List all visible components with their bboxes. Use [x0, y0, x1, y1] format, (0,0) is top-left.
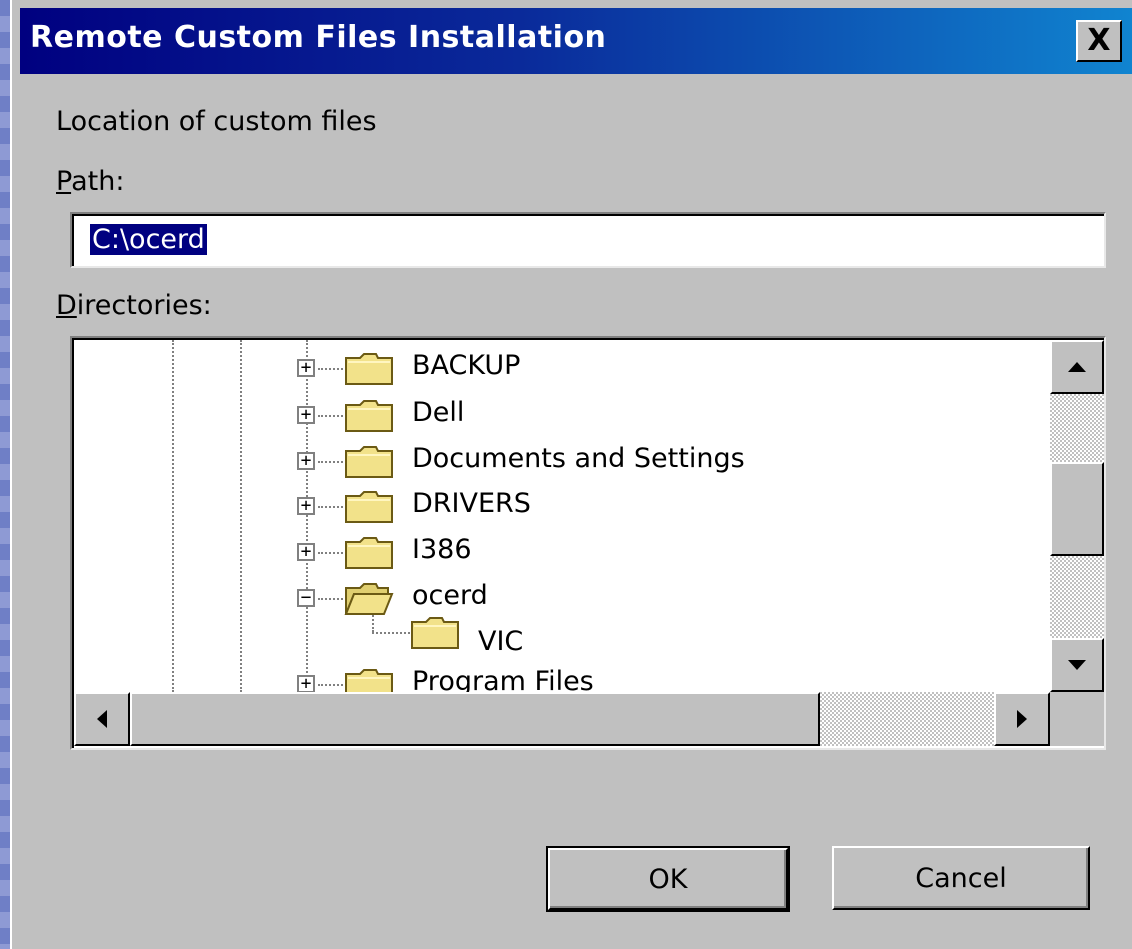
- cancel-button[interactable]: Cancel: [832, 846, 1090, 910]
- directories-label-mnemonic: D: [56, 290, 77, 321]
- folder-icon: [345, 491, 393, 523]
- tree-item-label[interactable]: DRIVERS: [412, 488, 531, 519]
- folder-icon: [345, 537, 393, 569]
- folder-open-icon: [344, 583, 394, 615]
- tree-item-label[interactable]: Dell: [412, 397, 464, 428]
- tree-guide-line: [172, 340, 174, 692]
- folder-icon: [411, 617, 459, 649]
- arrow-right-icon: [1017, 710, 1027, 728]
- dialog-window: Remote Custom Files Installation X Locat…: [10, 0, 1132, 949]
- vertical-scrollbar[interactable]: [1050, 340, 1104, 692]
- tree-guide-line: [240, 340, 242, 692]
- directory-tree[interactable]: + BACKUP + Dell + Documents and Settings…: [70, 336, 1106, 750]
- ok-button-label: OK: [648, 863, 688, 895]
- path-input[interactable]: C:\ocerd: [70, 212, 1106, 268]
- arrow-down-icon: [1068, 660, 1086, 670]
- directories-label: Directories:: [56, 290, 212, 321]
- section-label: Location of custom files: [56, 106, 377, 137]
- path-label: Path:: [56, 166, 124, 197]
- ok-button[interactable]: OK: [546, 846, 790, 912]
- window-title: Remote Custom Files Installation: [30, 20, 607, 55]
- horizontal-scrollbar[interactable]: [74, 692, 1050, 746]
- arrow-left-icon: [97, 710, 107, 728]
- tree-guide-line: [306, 340, 308, 692]
- horizontal-scroll-thumb[interactable]: [130, 692, 820, 746]
- close-button[interactable]: X: [1076, 20, 1122, 62]
- screen: Remote Custom Files Installation X Locat…: [0, 0, 1132, 949]
- arrow-up-icon: [1068, 362, 1086, 372]
- close-icon: X: [1087, 23, 1111, 58]
- collapse-button[interactable]: −: [297, 589, 315, 607]
- expand-button[interactable]: +: [297, 452, 315, 470]
- folder-icon: [345, 446, 393, 478]
- scroll-up-button[interactable]: [1050, 340, 1104, 394]
- directories-label-text: irectories:: [76, 290, 212, 321]
- path-label-text: ath:: [71, 166, 125, 197]
- tree-item-label[interactable]: Documents and Settings: [412, 443, 745, 474]
- title-bar[interactable]: Remote Custom Files Installation X: [12, 0, 1132, 78]
- path-label-mnemonic: P: [56, 166, 72, 197]
- tree-item-label[interactable]: ocerd: [412, 580, 488, 611]
- expand-button[interactable]: +: [297, 543, 315, 561]
- expand-button[interactable]: +: [297, 497, 315, 515]
- scroll-down-button[interactable]: [1050, 638, 1104, 692]
- scrollbar-corner: [1050, 692, 1104, 746]
- tree-item-label[interactable]: BACKUP: [412, 350, 520, 381]
- expand-button[interactable]: +: [297, 675, 315, 693]
- expand-button[interactable]: +: [297, 359, 315, 377]
- tree-connector: [372, 632, 410, 634]
- expand-button[interactable]: +: [297, 406, 315, 424]
- folder-icon: [345, 353, 393, 385]
- folder-icon: [345, 400, 393, 432]
- cancel-button-label: Cancel: [915, 862, 1007, 894]
- scroll-right-button[interactable]: [994, 692, 1050, 746]
- tree-item-label[interactable]: I386: [412, 534, 472, 565]
- tree-item-label[interactable]: VIC: [478, 626, 523, 657]
- directory-tree-inner: + BACKUP + Dell + Documents and Settings…: [72, 338, 1104, 748]
- path-input-value[interactable]: C:\ocerd: [90, 224, 207, 255]
- vertical-scroll-thumb[interactable]: [1050, 462, 1104, 556]
- scroll-left-button[interactable]: [74, 692, 130, 746]
- desktop-background: [0, 0, 10, 949]
- path-input-inner: [72, 214, 1104, 266]
